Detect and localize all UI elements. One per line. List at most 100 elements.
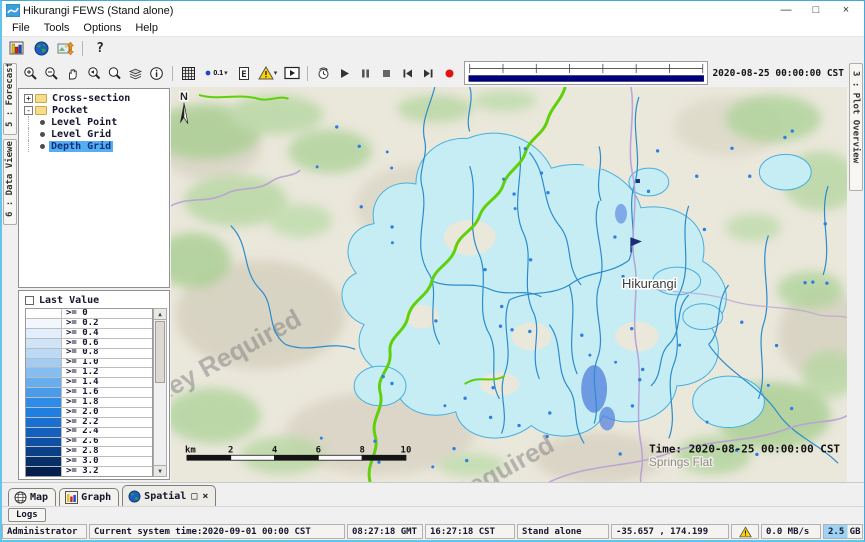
tree-item-level-grid[interactable]: Level Grid: [19, 128, 169, 140]
legend-row[interactable]: >= 2.8: [26, 447, 152, 457]
map-view[interactable]: API Key Required API Key Required: [171, 87, 847, 482]
menu-options[interactable]: Options: [76, 22, 128, 34]
maximize-tab-icon[interactable]: □: [191, 491, 197, 502]
info-button[interactable]: [146, 63, 167, 84]
movie-player-icon: [284, 66, 300, 80]
legend-row[interactable]: >= 0.6: [26, 339, 152, 349]
pan-hand-icon: [65, 66, 80, 81]
legend-row[interactable]: >= 3.2: [26, 467, 152, 476]
zoom-out-button[interactable]: [41, 63, 62, 84]
timeline-slider[interactable]: [464, 61, 708, 85]
zoom-previous-button[interactable]: [83, 63, 104, 84]
scroll-down-icon[interactable]: ▼: [154, 465, 166, 476]
panel-tab-data-viewer[interactable]: 6 : Data Viewer: [3, 139, 17, 225]
legend-row-label: >= 0.8: [62, 349, 152, 358]
tab-spatial[interactable]: Spatial □ ×: [122, 485, 216, 506]
legend-row[interactable]: >= 2.0: [26, 408, 152, 418]
grid-display-button[interactable]: [53, 38, 77, 58]
map-time-label: Time: 2020-08-25 00:00:00 CST: [649, 442, 840, 455]
legend-row[interactable]: >= 0.8: [26, 349, 152, 359]
legend-row[interactable]: >= 0: [26, 309, 152, 319]
legend-row[interactable]: >= 2.2: [26, 418, 152, 428]
menu-file[interactable]: File: [5, 22, 37, 34]
logs-button[interactable]: Logs: [8, 508, 46, 522]
svg-text:10: 10: [401, 445, 412, 455]
legend-color-swatch: [26, 467, 62, 476]
legend-row[interactable]: >= 2.4: [26, 428, 152, 438]
panel-tab-forecast[interactable]: 5 : Forecast: [3, 63, 17, 135]
scrollbar-thumb[interactable]: [155, 321, 165, 383]
legend-row-label: >= 2.8: [62, 447, 152, 456]
movie-player-button[interactable]: [281, 63, 302, 84]
legend-row[interactable]: >= 1.2: [26, 368, 152, 378]
database-display-button[interactable]: [5, 38, 29, 58]
labels-toggle-button[interactable]: E: [233, 63, 254, 84]
menu-help[interactable]: Help: [128, 22, 165, 34]
scroll-up-icon[interactable]: ▲: [154, 309, 166, 320]
close-button[interactable]: ×: [831, 1, 861, 20]
stop-button[interactable]: [376, 63, 397, 84]
legend-row-label: >= 1.6: [62, 388, 152, 397]
pan-button[interactable]: [62, 63, 83, 84]
tree-item-depth-grid[interactable]: Depth Grid: [19, 140, 169, 152]
legend-color-swatch: [26, 438, 62, 447]
animation-settings-button[interactable]: [313, 63, 334, 84]
svg-text:N: N: [180, 91, 188, 103]
record-button[interactable]: [439, 63, 460, 84]
legend-row-label: >= 0.4: [62, 329, 152, 338]
tree-expander-icon[interactable]: +: [24, 94, 33, 103]
place-label-springs-flat: Springs Flat: [649, 455, 713, 469]
maximize-button[interactable]: □: [801, 1, 831, 20]
last-value-checkbox[interactable]: Last Value: [19, 291, 169, 307]
menu-tools[interactable]: Tools: [37, 22, 77, 34]
panel-tab-plot-overview[interactable]: 3 : Plot Overview: [849, 63, 863, 191]
legend-row[interactable]: >= 1.4: [26, 378, 152, 388]
legend-row-label: >= 0.6: [62, 339, 152, 348]
legend-row[interactable]: >= 0.2: [26, 319, 152, 329]
warning-triangle-icon: [739, 526, 752, 538]
layers-button[interactable]: [125, 63, 146, 84]
zoom-extent-button[interactable]: [104, 63, 125, 84]
legend-row[interactable]: >= 3.0: [26, 457, 152, 467]
grid-layer-button[interactable]: [178, 63, 199, 84]
legend-row[interactable]: >= 0.4: [26, 329, 152, 339]
tree-item-level-point[interactable]: Level Point: [19, 116, 169, 128]
help-button[interactable]: ?: [88, 38, 112, 58]
globe-icon: [34, 41, 49, 56]
tab-map[interactable]: Map: [8, 488, 56, 506]
toolbar-separator: [172, 66, 173, 81]
tree-expander-icon[interactable]: -: [24, 106, 33, 115]
legend-row[interactable]: >= 1.0: [26, 359, 152, 369]
right-panel-strip: 3 : Plot Overview: [847, 59, 864, 482]
status-warning[interactable]: [731, 524, 759, 539]
minimize-button[interactable]: —: [771, 1, 801, 20]
legend-color-swatch: [26, 457, 62, 466]
app-logo-icon: [6, 4, 20, 17]
close-tab-icon[interactable]: ×: [202, 491, 208, 502]
play-button[interactable]: [334, 63, 355, 84]
spatial-display-button[interactable]: [29, 38, 53, 58]
legend-scrollbar[interactable]: ▲ ▼: [153, 308, 167, 477]
pause-button[interactable]: [355, 63, 376, 84]
step-forward-button[interactable]: [418, 63, 439, 84]
tab-label: Graph: [81, 492, 111, 503]
step-backward-button[interactable]: [397, 63, 418, 84]
thresholds-dropdown[interactable]: ▾: [254, 63, 281, 84]
labels-icon: E: [237, 66, 251, 81]
tree-item-label: Cross-section: [50, 93, 132, 104]
legend-row[interactable]: >= 2.6: [26, 438, 152, 448]
play-icon: [338, 67, 351, 80]
legend-row[interactable]: >= 1.8: [26, 398, 152, 408]
toolbar-separator: [307, 66, 308, 81]
folder-icon: [35, 106, 47, 115]
app-window: Hikurangi FEWS (Stand alone) — □ × File …: [0, 0, 865, 542]
tab-graph[interactable]: Graph: [59, 488, 119, 506]
stop-icon: [380, 67, 393, 80]
marker-size-dropdown[interactable]: 0.1 ▾: [199, 63, 233, 84]
legend-row[interactable]: >= 1.6: [26, 388, 152, 398]
tree-item-label: Level Grid: [49, 129, 113, 140]
zoom-in-button[interactable]: [20, 63, 41, 84]
tree-item-cross-section[interactable]: + Cross-section: [19, 92, 169, 104]
svg-text:km: km: [185, 445, 196, 455]
tree-item-pocket[interactable]: -Pocket: [19, 104, 169, 116]
